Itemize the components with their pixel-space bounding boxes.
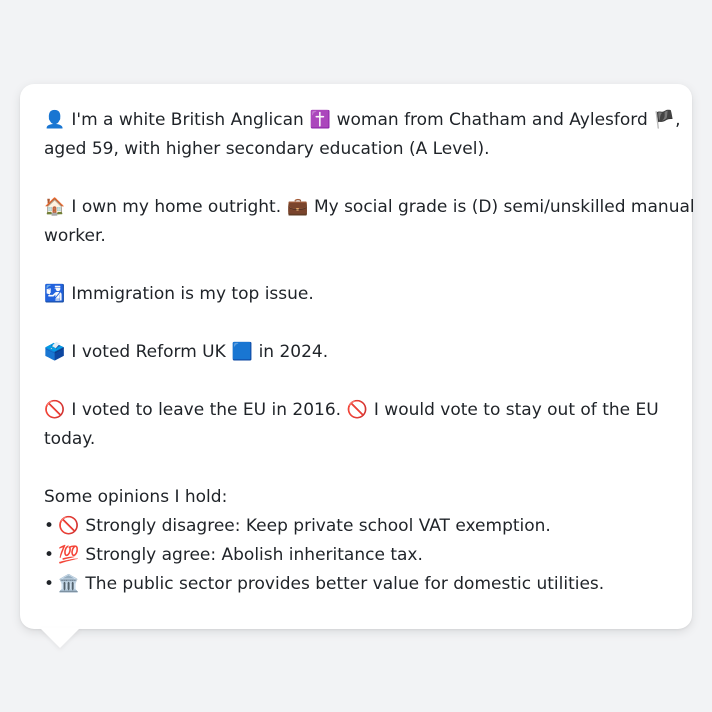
bullet: • — [44, 574, 55, 594]
intro-text-line-2: aged 59, with higher secondary education… — [44, 139, 490, 159]
bubble-tail — [40, 628, 80, 648]
hundred-points-icon: 💯 — [58, 545, 80, 565]
classical-building-icon: 🏛️ — [58, 574, 80, 594]
vote-text-1: I voted Reform UK — [71, 342, 226, 362]
eu-paragraph: 🚫 I voted to leave the EU in 2016. 🚫 I w… — [44, 396, 668, 454]
opinions-section: Some opinions I hold: • 🚫 Strongly disagr… — [44, 483, 668, 599]
intro-paragraph: 👤 I'm a white British Anglican ✝️ woman … — [44, 106, 681, 164]
canvas: 👤 I'm a white British Anglican ✝️ woman … — [0, 0, 712, 712]
opinions-heading: Some opinions I hold: — [44, 487, 228, 507]
eu-text-2: I would vote to stay out of the EU — [373, 400, 659, 420]
opinion-item: • 🏛️ The public sector provides better va… — [44, 570, 668, 599]
prohibited-icon: 🚫 — [44, 400, 66, 420]
opinion-text: Strongly agree: Abolish inheritance tax. — [85, 545, 423, 565]
bullet: • — [44, 545, 55, 565]
ballot-box-icon: 🗳️ — [44, 342, 66, 362]
persona-message-bubble: 👤 I'm a white British Anglican ✝️ woman … — [20, 84, 695, 629]
person-icon: 👤 — [44, 110, 66, 130]
prohibited-icon: 🚫 — [58, 516, 80, 536]
home-text-line-2: worker. — [44, 226, 106, 246]
intro-text-2: woman from Chatham and Aylesford — [336, 110, 648, 130]
briefcase-icon: 💼 — [286, 197, 309, 217]
home-text-2: My social grade is (D) semi/unskilled ma… — [313, 197, 695, 217]
home-paragraph: 🏠 I own my home outright. 💼 My social gr… — [44, 193, 695, 251]
cross-icon: ✝️ — [309, 110, 331, 130]
intro-text-1: I'm a white British Anglican — [71, 110, 304, 130]
bullet: • — [44, 516, 55, 536]
blue-square-icon: 🟦 — [231, 342, 253, 362]
eu-text-line-2: today. — [44, 429, 96, 449]
vote-paragraph: 🗳️ I voted Reform UK 🟦 in 2024. — [44, 338, 668, 367]
vote-text-2: in 2024. — [258, 342, 329, 362]
issue-paragraph: 🛂 Immigration is my top issue. — [44, 280, 668, 309]
issue-text: Immigration is my top issue. — [71, 284, 314, 304]
passport-control-icon: 🛂 — [44, 284, 66, 304]
intro-comma: , — [675, 110, 681, 130]
house-icon: 🏠 — [44, 197, 66, 217]
opinion-item: • 💯 Strongly agree: Abolish inheritance t… — [44, 541, 668, 570]
opinion-text: The public sector provides better value … — [85, 574, 605, 594]
england-flag-icon: 🏴 — [653, 110, 675, 130]
prohibited-icon: 🚫 — [346, 400, 369, 420]
home-text-1: I own my home outright. — [71, 197, 282, 217]
opinion-text: Strongly disagree: Keep private school V… — [85, 516, 551, 536]
eu-text-1: I voted to leave the EU in 2016. — [71, 400, 342, 420]
opinion-item: • 🚫 Strongly disagree: Keep private schoo… — [44, 512, 668, 541]
